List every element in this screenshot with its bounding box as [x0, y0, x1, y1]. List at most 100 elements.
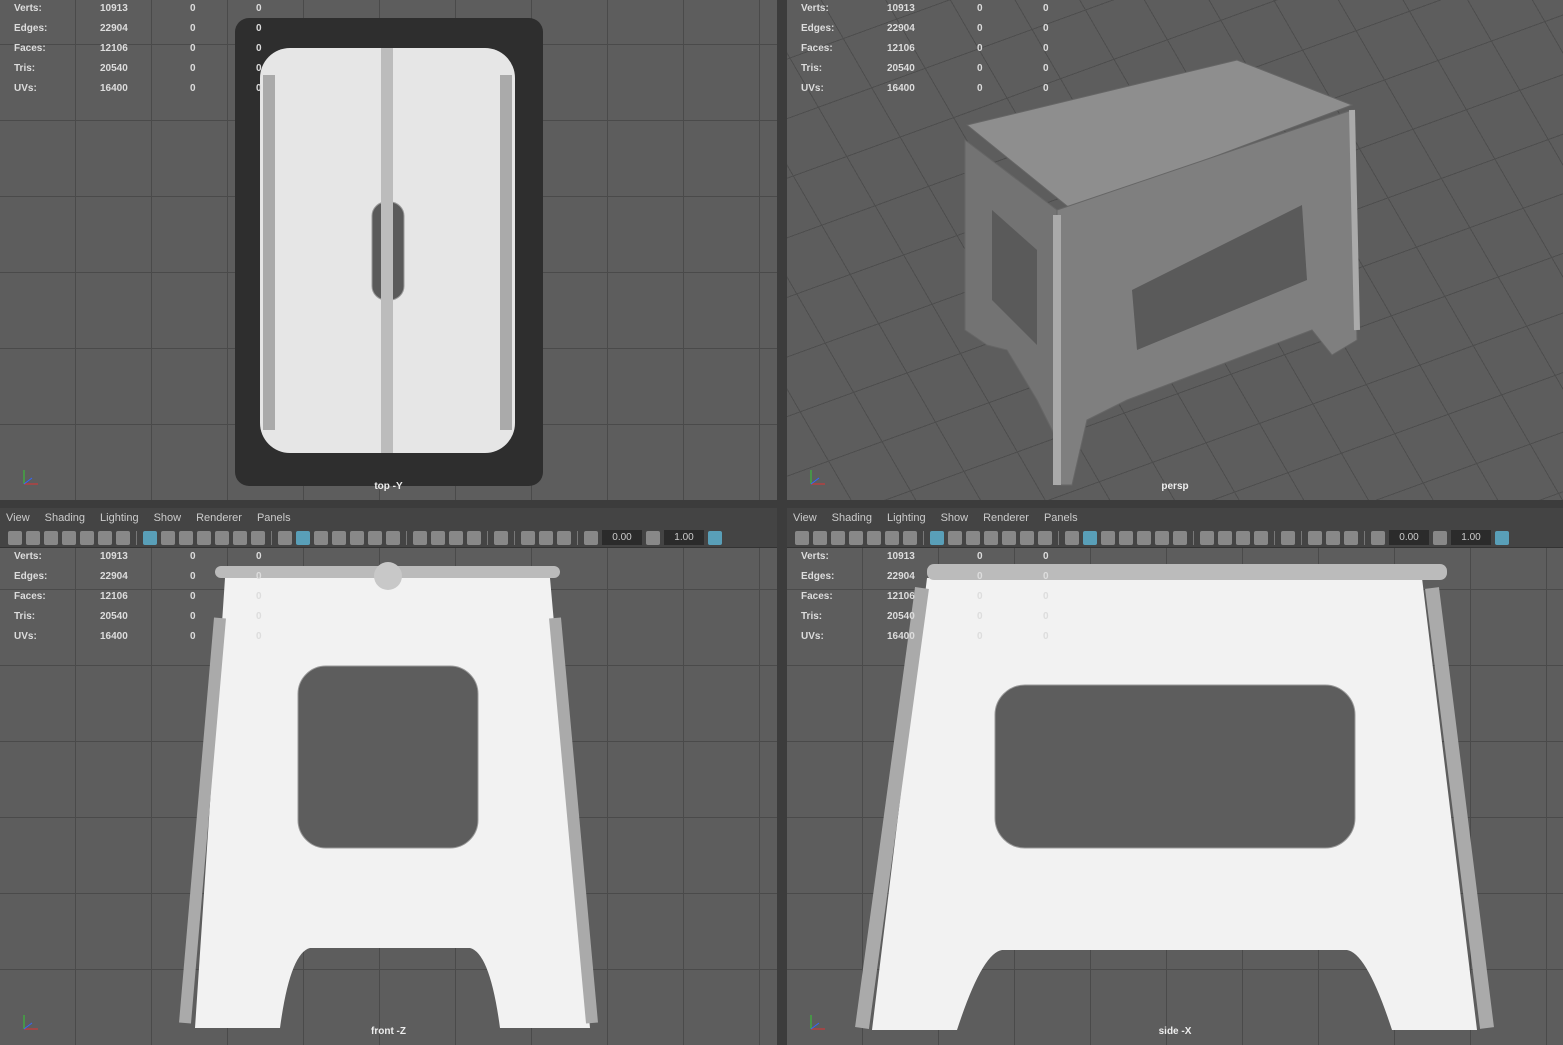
toolbar-tool-icon[interactable]: [708, 530, 722, 545]
toolbar-value-field[interactable]: 0.00: [1389, 530, 1429, 545]
menu-shading[interactable]: Shading: [45, 512, 85, 524]
toolbar-separator: [577, 530, 578, 545]
viewport-persp[interactable]: Verts: 10913 0 0 Edges: 22904 0 0 Faces: 12106 0 0 T…: [787, 0, 1563, 500]
toolbar-tool-icon[interactable]: [1155, 530, 1169, 545]
hud-sel: 0: [977, 23, 983, 34]
hud-stats: Verts: 10913 0 0 Edges: 22904 0 0 Faces: 12106 0 0 T…: [801, 3, 1109, 103]
toolbar-tool-icon[interactable]: [1020, 530, 1034, 545]
menu-view[interactable]: View: [6, 512, 30, 524]
toolbar-tool-icon[interactable]: [849, 530, 863, 545]
menu-lighting[interactable]: Lighting: [887, 512, 926, 524]
toolbar-tool-icon[interactable]: [1495, 530, 1509, 545]
toolbar-tool-icon[interactable]: [251, 530, 265, 545]
menu-panels[interactable]: Panels: [1044, 512, 1078, 524]
toolbar-tool-icon[interactable]: [197, 530, 211, 545]
hud-value: 10913: [100, 551, 128, 562]
toolbar-tool-icon[interactable]: [795, 530, 809, 545]
menu-show[interactable]: Show: [154, 512, 182, 524]
toolbar-tool-icon[interactable]: [1281, 530, 1295, 545]
toolbar-value-field[interactable]: 1.00: [664, 530, 704, 545]
toolbar-tool-icon[interactable]: [1083, 530, 1097, 545]
toolbar-tool-icon[interactable]: [1173, 530, 1187, 545]
toolbar-tool-icon[interactable]: [116, 530, 130, 545]
hud-label: Tris:: [14, 63, 36, 74]
toolbar-tool-icon[interactable]: [1137, 530, 1151, 545]
toolbar-value-field[interactable]: 1.00: [1451, 530, 1491, 545]
hud-label: Faces:: [801, 43, 833, 54]
menu-view[interactable]: View: [793, 512, 817, 524]
toolbar-tool-icon[interactable]: [539, 530, 553, 545]
toolbar-tool-icon[interactable]: [646, 530, 660, 545]
toolbar-tool-icon[interactable]: [44, 530, 58, 545]
toolbar-tool-icon[interactable]: [1344, 530, 1358, 545]
toolbar-tool-icon[interactable]: [233, 530, 247, 545]
toolbar-tool-icon[interactable]: [215, 530, 229, 545]
toolbar-tool-icon[interactable]: [1038, 530, 1052, 545]
toolbar-tool-icon[interactable]: [1433, 530, 1447, 545]
toolbar-tool-icon[interactable]: [1371, 530, 1385, 545]
toolbar-tool-icon[interactable]: [98, 530, 112, 545]
toolbar-tool-icon[interactable]: [386, 530, 400, 545]
toolbar-tool-icon[interactable]: [161, 530, 175, 545]
menu-show[interactable]: Show: [941, 512, 969, 524]
toolbar-tool-icon[interactable]: [350, 530, 364, 545]
toolbar-tool-icon[interactable]: [930, 530, 944, 545]
toolbar-tool-icon[interactable]: [1200, 530, 1214, 545]
toolbar-tool-icon[interactable]: [885, 530, 899, 545]
toolbar-tool-icon[interactable]: [813, 530, 827, 545]
toolbar-tool-icon[interactable]: [1101, 530, 1115, 545]
toolbar-value-field[interactable]: 0.00: [602, 530, 642, 545]
toolbar-tool-icon[interactable]: [467, 530, 481, 545]
toolbar-tool-icon[interactable]: [1236, 530, 1250, 545]
toolbar-tool-icon[interactable]: [584, 530, 598, 545]
hud-label: Edges:: [801, 571, 835, 582]
toolbar-tool-icon[interactable]: [8, 530, 22, 545]
toolbar-tool-icon[interactable]: [1218, 530, 1232, 545]
viewport-side[interactable]: Verts: 10913 0 0 Edges: 22904 0 0 Faces: 12106 0 0 T…: [787, 548, 1563, 1045]
axis-gizmo-icon: [23, 1015, 38, 1030]
hud-uv: 0: [256, 631, 262, 642]
toolbar-tool-icon[interactable]: [431, 530, 445, 545]
menu-panels[interactable]: Panels: [257, 512, 291, 524]
toolbar-tool-icon[interactable]: [26, 530, 40, 545]
viewport-top[interactable]: Verts: 10913 0 0 Edges: 22904 0 0 Faces: 12106 0 0 T…: [0, 0, 777, 500]
hud-label: Tris:: [14, 611, 36, 622]
toolbar-tool-icon[interactable]: [1065, 530, 1079, 545]
toolbar-tool-icon[interactable]: [413, 530, 427, 545]
toolbar-tool-icon[interactable]: [179, 530, 193, 545]
hud-value: 10913: [887, 551, 915, 562]
toolbar-tool-icon[interactable]: [1326, 530, 1340, 545]
toolbar-tool-icon[interactable]: [314, 530, 328, 545]
menu-lighting[interactable]: Lighting: [100, 512, 139, 524]
menu-shading[interactable]: Shading: [832, 512, 872, 524]
toolbar-tool-icon[interactable]: [903, 530, 917, 545]
menu-renderer[interactable]: Renderer: [983, 512, 1029, 524]
menu-renderer[interactable]: Renderer: [196, 512, 242, 524]
toolbar-tool-icon[interactable]: [80, 530, 94, 545]
toolbar-tool-icon[interactable]: [966, 530, 980, 545]
hud-uv: 0: [256, 571, 262, 582]
toolbar-tool-icon[interactable]: [494, 530, 508, 545]
toolbar-tool-icon[interactable]: [143, 530, 157, 545]
toolbar-tool-icon[interactable]: [984, 530, 998, 545]
toolbar-tool-icon[interactable]: [1308, 530, 1322, 545]
viewport-front[interactable]: Verts: 10913 0 0 Edges: 22904 0 0 Faces: 12106 0 0 T…: [0, 548, 777, 1045]
hud-label: UVs:: [801, 631, 824, 642]
toolbar-tool-icon[interactable]: [521, 530, 535, 545]
toolbar-tool-icon[interactable]: [449, 530, 463, 545]
toolbar-tool-icon[interactable]: [1002, 530, 1016, 545]
toolbar-tool-icon[interactable]: [1254, 530, 1268, 545]
toolbar-tool-icon[interactable]: [296, 530, 310, 545]
toolbar-tool-icon[interactable]: [368, 530, 382, 545]
toolbar-tool-icon[interactable]: [948, 530, 962, 545]
toolbar-tool-icon[interactable]: [62, 530, 76, 545]
toolbar-tool-icon[interactable]: [831, 530, 845, 545]
toolbar-tool-icon[interactable]: [278, 530, 292, 545]
toolbar-tool-icon[interactable]: [332, 530, 346, 545]
toolbar-tool-icon[interactable]: [867, 530, 881, 545]
toolbar-separator: [271, 530, 272, 545]
hud-uv: 0: [1043, 3, 1049, 14]
toolbar-tool-icon[interactable]: [557, 530, 571, 545]
hud-value: 10913: [887, 3, 915, 14]
toolbar-tool-icon[interactable]: [1119, 530, 1133, 545]
